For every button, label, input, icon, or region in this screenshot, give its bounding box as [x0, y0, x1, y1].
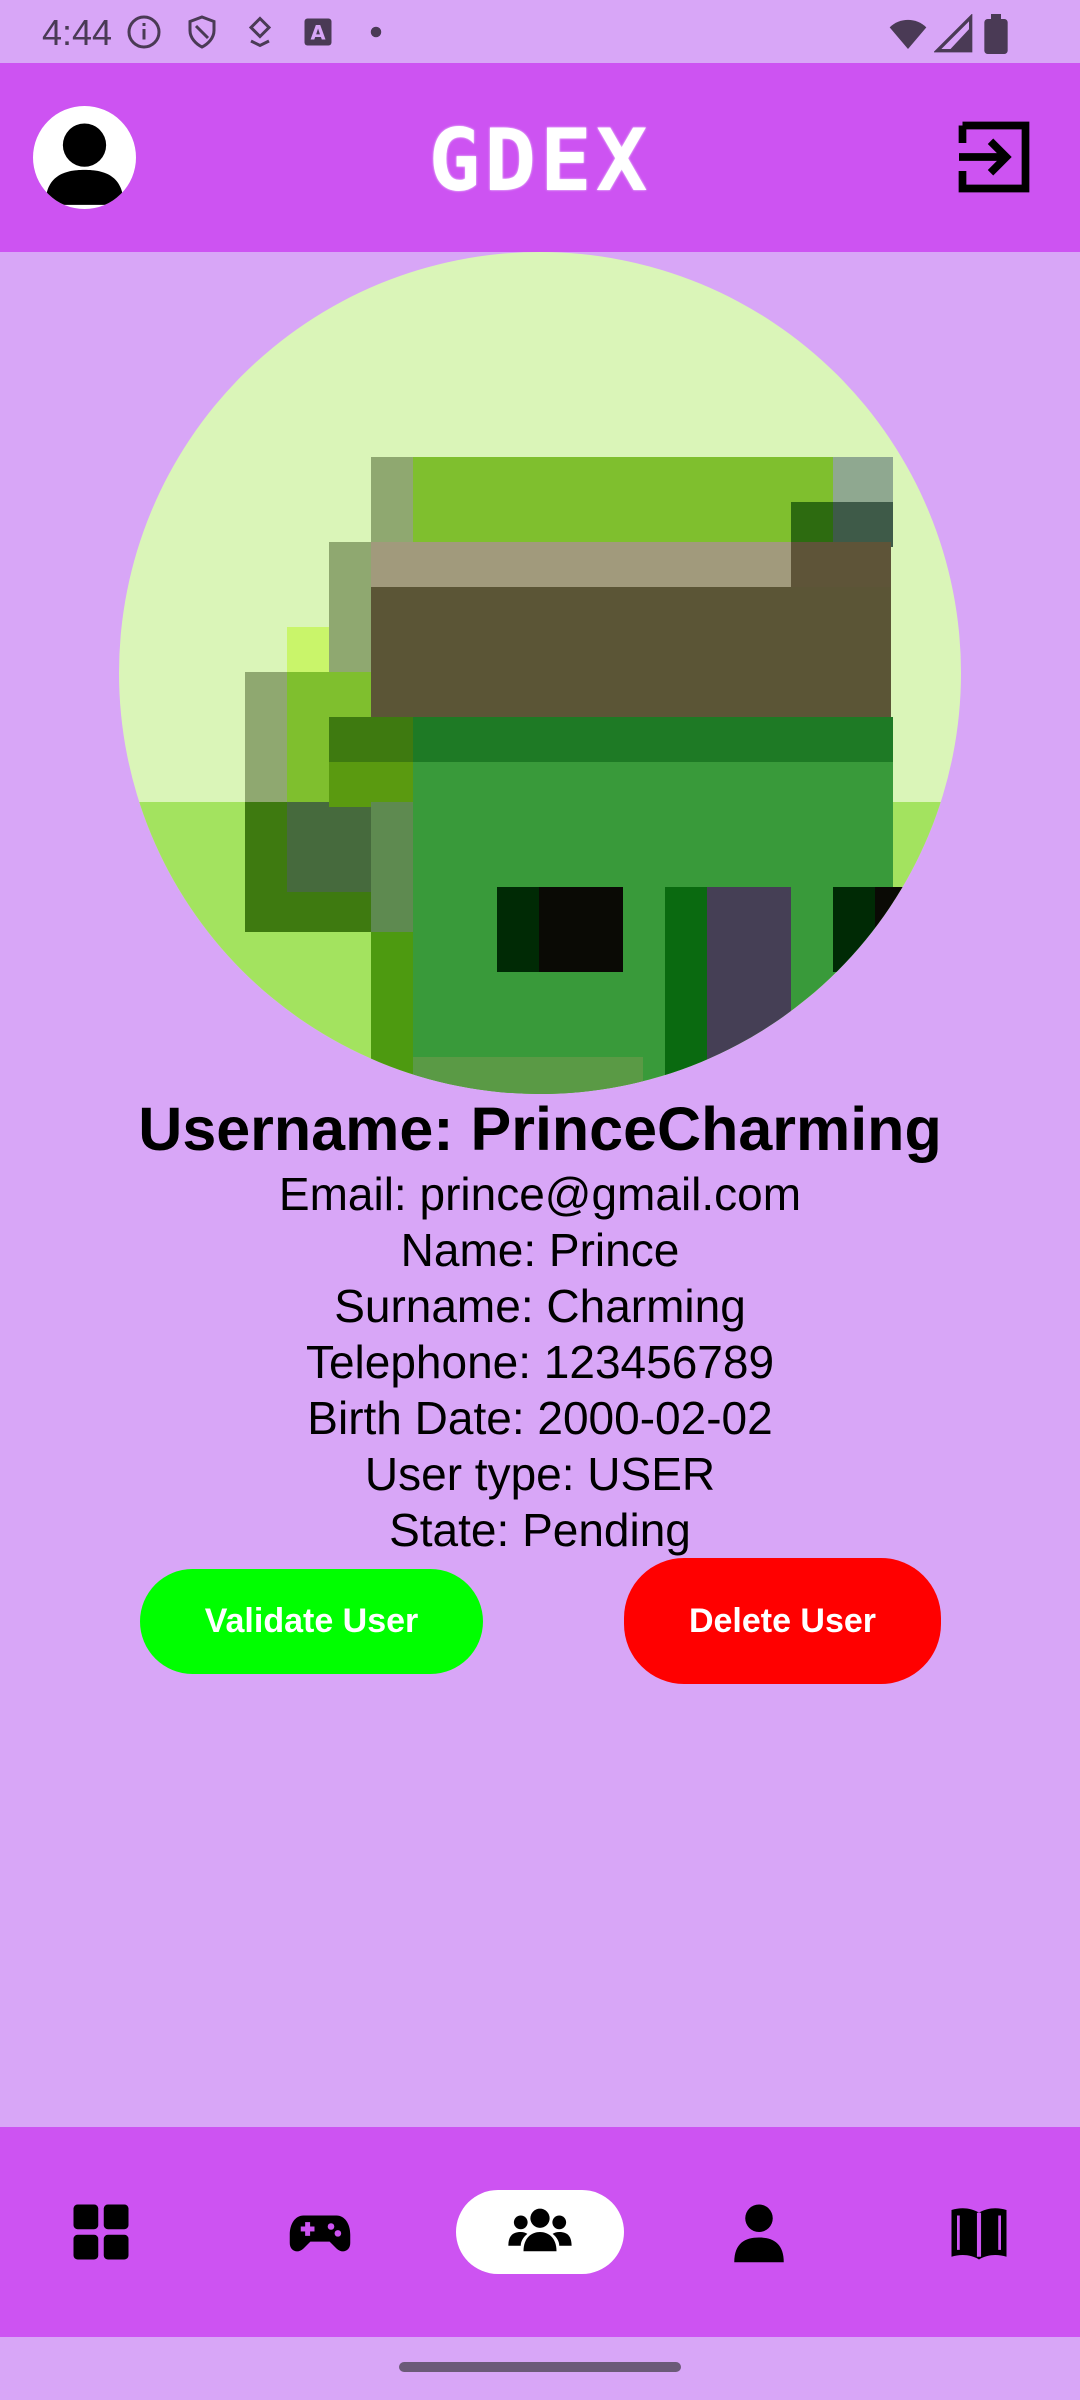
delete-user-button[interactable]: Delete User — [624, 1558, 941, 1684]
app-title: GDEX — [428, 111, 652, 211]
book-icon[interactable] — [944, 2199, 1014, 2265]
pixel-art-avatar — [119, 252, 961, 1094]
download-icon — [248, 16, 272, 48]
users-icon[interactable] — [505, 2199, 575, 2265]
bottom-navigation — [0, 2127, 1080, 2337]
dashboard-icon[interactable] — [66, 2199, 136, 2265]
svg-text:A: A — [310, 22, 325, 45]
wifi-icon — [889, 19, 927, 49]
user-type-text: User type: USER — [364, 1448, 716, 1500]
telephone-text: Telephone: 123456789 — [305, 1336, 775, 1388]
profile-image — [119, 252, 961, 1094]
screen: 4:44 A GDEX Username: PrinceCharming Ema… — [0, 0, 1080, 2400]
shield-icon — [188, 15, 216, 49]
status-bar: 4:44 A — [0, 0, 1080, 63]
logout-icon[interactable] — [952, 115, 1036, 199]
battery-icon — [984, 14, 1008, 54]
text-icon: A — [304, 18, 332, 46]
username-text: Username: PrinceCharming — [138, 1095, 942, 1163]
email-text: Email: prince@gmail.com — [278, 1168, 802, 1220]
dot-icon — [370, 26, 382, 38]
person-icon[interactable] — [724, 2199, 794, 2265]
app-bar: GDEX — [0, 63, 1080, 252]
surname-text: Surname: Charming — [334, 1280, 746, 1332]
user-info: Username: PrinceCharming Email: prince@g… — [0, 1092, 1080, 1558]
birth-date-text: Birth Date: 2000-02-02 — [307, 1392, 773, 1444]
status-time: 4:44 — [42, 12, 113, 53]
gesture-navigation-bar[interactable] — [399, 2362, 681, 2372]
info-icon — [127, 15, 161, 49]
state-text: State: Pending — [389, 1504, 691, 1556]
gamepad-icon[interactable] — [285, 2199, 355, 2265]
name-text: Name: Prince — [400, 1224, 680, 1276]
validate-user-button[interactable]: Validate User — [140, 1569, 483, 1674]
signal-icon — [934, 14, 973, 53]
